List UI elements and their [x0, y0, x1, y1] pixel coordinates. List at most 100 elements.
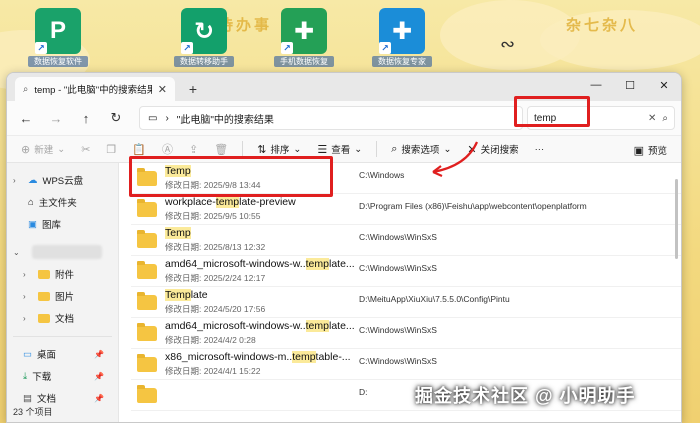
maximize-button[interactable]: ☐ [613, 73, 647, 97]
shortcut-arrow-icon: ↗ [181, 42, 193, 54]
shortcut-arrow-icon: ↗ [281, 42, 293, 54]
cut-icon: ✂ [81, 143, 91, 156]
close-tab-icon[interactable]: ✕ [158, 83, 167, 96]
folder-icon [38, 291, 50, 301]
folder-icon [137, 198, 157, 217]
minimize-button[interactable]: — [579, 73, 613, 97]
folder-icon [137, 322, 157, 341]
desktop-icon-recovery-expert[interactable]: ✚ ↗ 数据恢复专家 [372, 8, 432, 67]
pin-icon: 📌 [94, 393, 104, 403]
search-icon[interactable]: ⌕ [662, 113, 668, 124]
nav-item-home[interactable]: ⌂ 主文件夹 [7, 191, 118, 213]
nav-item-gallery[interactable]: ▣ 图库 [7, 213, 118, 235]
close-search-label: 关闭搜索 [480, 145, 519, 156]
refresh-button[interactable]: ↻ [103, 105, 129, 131]
list-item[interactable]: Template 修改日期: 2024/5/20 17:56 D:\MeituApp… [131, 287, 681, 318]
up-button[interactable]: ↑ [73, 105, 99, 131]
paste-icon: 📋 [132, 143, 146, 156]
file-name: x86_microsoft-windows-m..temptable-... [165, 351, 351, 363]
desktop-icon-data-recovery[interactable]: P ↗ 数据恢复软件 [28, 8, 88, 67]
close-window-button[interactable]: ✕ [647, 73, 681, 97]
share-button[interactable]: ⇪ [183, 138, 204, 160]
forward-button[interactable]: → [43, 105, 69, 131]
match-highlight: Temp [165, 227, 191, 239]
more-options-button[interactable]: ··· [529, 138, 551, 160]
chevron-right-icon: › [165, 112, 169, 124]
file-path: C:\Windows\WinSxS [359, 325, 437, 335]
sort-button[interactable]: ⇅ 排序 ⌄ [251, 138, 307, 160]
tab-search-results[interactable]: ⌕ temp - "此电脑"中的搜索结果 ✕ [15, 77, 175, 101]
nav-item-attachments[interactable]: › 附件 [7, 263, 118, 285]
list-item[interactable]: Temp 修改日期: 2025/9/8 13:44 C:\Windows [131, 163, 681, 194]
document-icon: ▤ [23, 392, 32, 404]
desktop-icon-label: 数据转移助手 [174, 56, 234, 67]
cut-button[interactable]: ✂ [75, 138, 96, 160]
back-button[interactable]: ← [13, 105, 39, 131]
nav-item-desktop[interactable]: ▭ 桌面 📌 [7, 343, 118, 365]
match-highlight: temp [292, 351, 316, 363]
list-item[interactable]: x86_microsoft-windows-m..temptable-... 修改… [131, 349, 681, 380]
match-highlight: temp [305, 258, 329, 270]
nav-item-blurred[interactable]: ⌄ [7, 241, 118, 263]
folder-icon [137, 167, 157, 186]
nav-item-downloads[interactable]: ⤓ 下载 📌 [7, 365, 118, 387]
deco-text-right: 杂七杂八 [566, 17, 639, 34]
pin-icon: 📌 [94, 371, 104, 381]
nav-item-wps-cloud[interactable]: › ☁ WPS云盘 [7, 169, 118, 191]
item-count-status: 23 个项目 [13, 407, 53, 417]
modified-date: 修改日期: 2025/9/5 10:55 [165, 211, 261, 221]
home-icon: ⌂ [28, 196, 34, 208]
nav-item-documents[interactable]: › 文档 [7, 307, 118, 329]
app-logo-icon: ✚ ↗ [379, 8, 425, 54]
chevron-right-icon: › [23, 291, 26, 301]
file-path: D:\Program Files (x86)\Feishu\app\webcon… [359, 201, 587, 211]
list-item[interactable]: amd64_microsoft-windows-w..template... 修改… [131, 318, 681, 349]
new-tab-button[interactable]: + [181, 77, 205, 101]
modified-date: 修改日期: 2025/2/24 12:17 [165, 273, 266, 283]
paste-button[interactable]: 📋 [126, 138, 152, 160]
breadcrumb-label: "此电脑"中的搜索结果 [176, 114, 274, 126]
cloud-icon: ☁ [28, 174, 38, 186]
vertical-scrollbar[interactable] [673, 165, 679, 420]
list-item[interactable]: workplace-template-preview 修改日期: 2025/9/5… [131, 194, 681, 225]
clear-search-icon[interactable]: ✕ [648, 113, 656, 124]
annotation-arrow-icon [432, 141, 479, 178]
desktop-icon-phone-recovery[interactable]: ✚ ↗ 手机数据恢复 [274, 8, 334, 67]
nav-label: 图片 [55, 292, 75, 303]
pin-icon: 📌 [94, 349, 104, 359]
file-name: Template [165, 289, 208, 301]
desktop-icon-data-transfer[interactable]: ↻ ↗ 数据转移助手 [174, 8, 234, 67]
chevron-down-icon: ⌄ [13, 247, 20, 257]
chevron-right-icon: › [13, 175, 16, 185]
nav-item-pictures[interactable]: › 图片 [7, 285, 118, 307]
search-input[interactable]: temp ✕ ⌕ [527, 106, 675, 130]
folder-icon [137, 353, 157, 372]
nav-label: 文档 [55, 314, 75, 325]
gallery-icon: ▣ [28, 218, 37, 230]
address-bar: ← → ↑ ↻ ▭ › "此电脑"中的搜索结果 temp ✕ ⌕ [7, 101, 681, 135]
preview-button[interactable]: ▣ 预览 [628, 139, 673, 161]
rename-button[interactable]: Ⓐ [156, 138, 179, 160]
shortcut-arrow-icon: ↗ [379, 42, 391, 54]
list-item[interactable]: Temp 修改日期: 2025/8/13 12:32 C:\Windows\WinS… [131, 225, 681, 256]
view-button[interactable]: ☰ 查看 ⌄ [311, 138, 368, 160]
nav-label: 主文件夹 [38, 198, 77, 209]
download-icon: ⤓ [23, 370, 28, 382]
folder-icon [137, 384, 157, 403]
nav-label: 文档 [36, 394, 56, 405]
folder-icon [137, 260, 157, 279]
list-item[interactable]: amd64_microsoft-windows-w..template... 修改… [131, 256, 681, 287]
file-explorer-window: ⌕ temp - "此电脑"中的搜索结果 ✕ + — ☐ ✕ ← → ↑ ↻ ▭… [6, 72, 682, 423]
command-bar: ⊕ 新建 ⌄ ✂ ❐ 📋 Ⓐ ⇪ 🗑 ⇅ 排序 ⌄ ☰ 查看 ⌄ ⌕ 搜索选项 ⌄ ✕ 关… [7, 135, 681, 163]
search-options-icon: ⌕ [391, 142, 398, 155]
app-logo-icon: ↻ ↗ [181, 8, 227, 54]
search-folder-icon: ⌕ [23, 83, 29, 95]
match-highlight: temp [215, 196, 240, 208]
file-name: workplace-template-preview [165, 196, 296, 208]
match-highlight: Temp [165, 289, 191, 301]
delete-button[interactable]: 🗑 [208, 138, 234, 160]
copy-button[interactable]: ❐ [100, 138, 122, 160]
breadcrumb[interactable]: ▭ › "此电脑"中的搜索结果 [139, 106, 523, 130]
new-button[interactable]: ⊕ 新建 ⌄ [15, 138, 71, 160]
file-path: D:\MeituApp\XiuXiu\7.5.5.0\Config\Pintu [359, 294, 510, 304]
